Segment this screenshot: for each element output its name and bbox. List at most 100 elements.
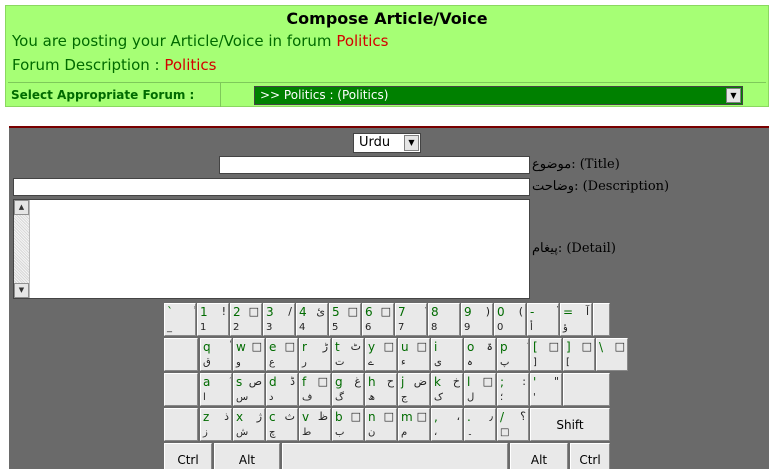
keyboard-key[interactable]: aٓا <box>200 373 232 406</box>
keyboard-key[interactable]: kخک <box>431 373 463 406</box>
key-latin-char: n <box>368 410 376 424</box>
language-select[interactable]: Urdu ▼ <box>353 133 421 153</box>
key-latin-char: g <box>335 375 343 389</box>
key-latin-char: [ <box>533 340 538 354</box>
scroll-down-icon[interactable]: ▼ <box>14 283 29 298</box>
keyboard-key[interactable]: tٹت <box>332 338 364 371</box>
keyboard-key[interactable]: qْق <box>200 338 232 371</box>
scroll-up-icon[interactable]: ▲ <box>14 200 29 215</box>
keyboard-key[interactable]: vظط <box>299 408 331 441</box>
keyboard-key[interactable]: iٰی <box>431 338 463 371</box>
keyboard-key[interactable]: 9) 9 <box>461 303 493 336</box>
keyboard-key[interactable]: b □ ب <box>332 408 364 441</box>
keyboard-key[interactable]: . ٫ ۔ <box>464 408 496 441</box>
key-latin-char: b <box>335 410 343 424</box>
keyboard-key[interactable]: ' " ' <box>530 373 562 406</box>
keyboard-key[interactable]: cثچ <box>266 408 298 441</box>
key-urdu-lower: م <box>401 427 408 438</box>
shift-key-label: Shift <box>556 418 584 432</box>
keyboard-key[interactable]: w □ و <box>233 338 265 371</box>
keyboard-key[interactable]: gغگ <box>332 373 364 406</box>
keyboard-key[interactable]: 8ٰ8 <box>428 303 460 336</box>
keyboard-modifier-key[interactable] <box>164 338 198 371</box>
ctrl-key-left-label: Ctrl <box>177 453 199 467</box>
keyboard-key[interactable]: oۃ ہ <box>464 338 496 371</box>
chevron-down-icon[interactable]: ▼ <box>404 135 419 151</box>
space-key[interactable] <box>282 443 508 469</box>
keyboard-filler-key[interactable] <box>593 303 610 336</box>
alt-key-left[interactable]: Alt <box>214 443 280 469</box>
forum-info-panel: Compose Article/Voice You are posting yo… <box>5 5 769 107</box>
keyboard-key[interactable]: ;: ؛ <box>497 373 529 406</box>
key-latin-char: a <box>203 375 211 389</box>
keyboard-key[interactable]: [□] <box>530 338 562 371</box>
key-urdu-upper: ئ <box>316 305 325 318</box>
keyboard-key[interactable]: sصس <box>233 373 265 406</box>
keyboard-key[interactable]: 7ٌ7 <box>395 303 427 336</box>
keyboard-filler-key[interactable] <box>563 373 610 406</box>
keyboard-key[interactable]: f □ ف <box>299 373 331 406</box>
keyboard-key[interactable]: u □ ء <box>398 338 430 371</box>
keyboard-key[interactable]: pُپ <box>497 338 529 371</box>
key-urdu-upper: ( <box>518 305 523 318</box>
shift-key[interactable]: Shift <box>530 408 610 441</box>
description-input[interactable] <box>13 178 530 196</box>
keyboard-key[interactable]: ] □ [ <box>563 338 595 371</box>
title-input[interactable] <box>219 156 530 174</box>
key-latin-char: y <box>368 340 376 354</box>
keyboard-key[interactable]: xژش <box>233 408 265 441</box>
forum-select[interactable]: >> Politics : (Politics) ▼ <box>254 86 743 105</box>
keyboard-key[interactable]: 3 / 3 <box>263 303 295 336</box>
chevron-down-icon[interactable]: ▼ <box>726 88 741 103</box>
keyboard-key[interactable]: l □ ل <box>464 373 496 406</box>
key-urdu-upper: ث <box>284 410 295 423</box>
detail-textarea[interactable]: ▲ ▼ <box>13 199 530 299</box>
key-latin-char: = <box>563 305 574 319</box>
key-urdu-lower: چ <box>269 427 276 438</box>
keyboard-key[interactable]: r ڑ ر <box>299 338 331 371</box>
keyboard-key[interactable]: dڈ د <box>266 373 298 406</box>
keyboard-key[interactable]: = آ ؤ <box>560 303 592 336</box>
ctrl-key-right[interactable]: Ctrl <box>570 443 610 469</box>
key-urdu-lower: پ <box>500 357 510 368</box>
keyboard-key[interactable]: , ، ، <box>431 408 463 441</box>
key-urdu-upper: ڈ <box>290 375 295 388</box>
key-urdu-lower: ل <box>467 392 475 403</box>
alt-key-right[interactable]: Alt <box>510 443 568 469</box>
key-urdu-lower: ۔ <box>467 427 473 438</box>
keyboard-key[interactable]: e □ ع <box>266 338 298 371</box>
key-latin-char: 9 <box>464 305 472 319</box>
keyboard-key[interactable]: n □ ن <box>365 408 397 441</box>
keyboard-key[interactable]: z ذ ز <box>200 408 232 441</box>
keyboard-modifier-key[interactable] <box>164 373 198 406</box>
key-urdu-upper: □ <box>284 340 295 353</box>
key-latin-char: w <box>236 340 246 354</box>
key-urdu-lower: 8 <box>431 322 438 333</box>
keyboard-key[interactable]: jضج <box>398 373 430 406</box>
keyboard-key[interactable]: 2 □ 2 <box>230 303 262 336</box>
key-latin-char: q <box>203 340 211 354</box>
key-urdu-upper: ٹ <box>350 340 361 353</box>
keyboard-key[interactable]: y □ ے <box>365 338 397 371</box>
keyboard-key[interactable]: 0 (0 <box>494 303 526 336</box>
keyboard-key[interactable]: \ □ <box>596 338 628 371</box>
key-urdu-upper: ، <box>456 410 460 423</box>
keyboard-modifier-key[interactable] <box>164 408 198 441</box>
keyboard-key[interactable]: m □ م <box>398 408 430 441</box>
keyboard-key[interactable]: 1! 1 <box>197 303 229 336</box>
key-urdu-upper: ؟ <box>520 410 526 423</box>
keyboard-key[interactable]: hحھ <box>365 373 397 406</box>
key-latin-char: 3 <box>266 305 274 319</box>
keyboard-key[interactable]: / ؟ □ <box>497 408 529 441</box>
row-divider <box>220 83 221 107</box>
scrollbar[interactable]: ▲ ▼ <box>14 200 30 298</box>
key-urdu-upper: □ <box>614 340 625 353</box>
keyboard-key[interactable]: 5 □ 5 <box>329 303 361 336</box>
key-urdu-lower: د <box>269 392 274 403</box>
keyboard-key[interactable]: -ٗأ <box>527 303 559 336</box>
ctrl-key-left[interactable]: Ctrl <box>164 443 212 469</box>
keyboard-key[interactable]: 4ئ4 <box>296 303 328 336</box>
keyboard-key[interactable]: 6 □ 6 <box>362 303 394 336</box>
keyboard-key[interactable]: `ً_ <box>164 303 196 336</box>
key-latin-char: h <box>368 375 376 389</box>
